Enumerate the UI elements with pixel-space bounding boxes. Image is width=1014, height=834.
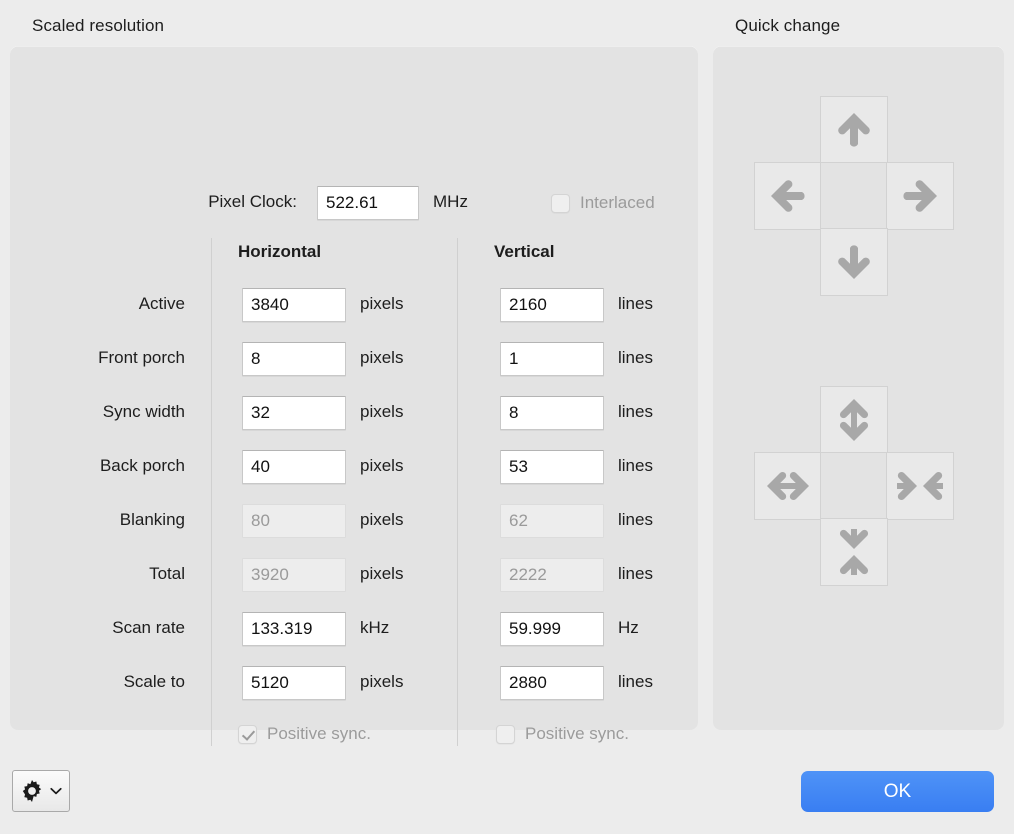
shrink-horizontal-icon bbox=[897, 468, 943, 504]
vertical-value-input[interactable]: 2160 bbox=[500, 288, 604, 322]
move-pad-center bbox=[820, 162, 888, 230]
settings-menu-button[interactable] bbox=[12, 770, 70, 812]
horizontal-value-input[interactable]: 3840 bbox=[242, 288, 346, 322]
quick-change-resize-pad bbox=[754, 386, 954, 586]
expand-vertical-icon bbox=[836, 397, 872, 443]
row-front-porch: Front porch 8 pixels 1 lines bbox=[10, 342, 698, 376]
vertical-positive-sync-checkbox[interactable]: Positive sync. bbox=[496, 724, 629, 744]
row-label: Scale to bbox=[10, 672, 185, 692]
ok-button[interactable]: OK bbox=[801, 771, 994, 812]
horizontal-value-input[interactable]: 8 bbox=[242, 342, 346, 376]
row-label: Back porch bbox=[10, 456, 185, 476]
row-label: Blanking bbox=[10, 510, 185, 530]
column-header-vertical: Vertical bbox=[494, 242, 555, 262]
shrink-vertical-icon bbox=[836, 529, 872, 575]
vertical-value-input[interactable]: 59.999 bbox=[500, 612, 604, 646]
row-active: Active 3840 pixels 2160 lines bbox=[10, 288, 698, 322]
vertical-unit: lines bbox=[618, 402, 653, 422]
expand-horizontal-icon bbox=[765, 468, 811, 504]
vertical-unit: Hz bbox=[618, 618, 639, 638]
row-label: Active bbox=[10, 294, 185, 314]
shrink-horizontal-button[interactable] bbox=[886, 452, 954, 520]
vertical-positive-sync-box[interactable] bbox=[496, 725, 515, 744]
horizontal-value-input[interactable]: 133.319 bbox=[242, 612, 346, 646]
horizontal-unit: pixels bbox=[360, 456, 403, 476]
column-header-horizontal: Horizontal bbox=[238, 242, 321, 262]
row-scan-rate: Scan rate 133.319 kHz 59.999 Hz bbox=[10, 612, 698, 646]
resolution-settings-dialog: Scaled resolution Quick change Pixel Clo… bbox=[0, 0, 1014, 834]
horizontal-unit: pixels bbox=[360, 510, 403, 530]
horizontal-unit: pixels bbox=[360, 672, 403, 692]
expand-vertical-button[interactable] bbox=[820, 386, 888, 454]
vertical-value-input[interactable]: 53 bbox=[500, 450, 604, 484]
arrow-right-icon bbox=[898, 176, 942, 216]
horizontal-value-input[interactable]: 5120 bbox=[242, 666, 346, 700]
horizontal-unit: pixels bbox=[360, 402, 403, 422]
vertical-value-input[interactable]: 1 bbox=[500, 342, 604, 376]
move-left-button[interactable] bbox=[754, 162, 822, 230]
positive-sync-row: Positive sync. Positive sync. bbox=[10, 724, 698, 750]
horizontal-unit: pixels bbox=[360, 294, 403, 314]
gear-icon bbox=[19, 778, 45, 804]
horizontal-positive-sync-box[interactable] bbox=[238, 725, 257, 744]
interlaced-checkbox[interactable]: Interlaced bbox=[551, 193, 655, 213]
horizontal-unit: kHz bbox=[360, 618, 389, 638]
vertical-unit: lines bbox=[618, 294, 653, 314]
row-blanking: Blanking 80 pixels 62 lines bbox=[10, 504, 698, 538]
vertical-unit: lines bbox=[618, 510, 653, 530]
vertical-unit: lines bbox=[618, 672, 653, 692]
row-label: Sync width bbox=[10, 402, 185, 422]
scaled-resolution-title: Scaled resolution bbox=[32, 16, 164, 36]
horizontal-positive-sync-label: Positive sync. bbox=[267, 724, 371, 744]
expand-horizontal-button[interactable] bbox=[754, 452, 822, 520]
row-sync-width: Sync width 32 pixels 8 lines bbox=[10, 396, 698, 430]
interlaced-label: Interlaced bbox=[580, 193, 655, 213]
move-down-button[interactable] bbox=[820, 228, 888, 296]
move-up-button[interactable] bbox=[820, 96, 888, 164]
row-label: Total bbox=[10, 564, 185, 584]
horizontal-positive-sync-checkbox[interactable]: Positive sync. bbox=[238, 724, 371, 744]
vertical-value-input: 2222 bbox=[500, 558, 604, 592]
row-total: Total 3920 pixels 2222 lines bbox=[10, 558, 698, 592]
vertical-positive-sync-label: Positive sync. bbox=[525, 724, 629, 744]
arrow-left-icon bbox=[766, 176, 810, 216]
arrow-up-icon bbox=[834, 108, 874, 152]
shrink-vertical-button[interactable] bbox=[820, 518, 888, 586]
horizontal-value-input: 3920 bbox=[242, 558, 346, 592]
vertical-value-input: 62 bbox=[500, 504, 604, 538]
quick-change-move-pad bbox=[754, 96, 954, 296]
horizontal-value-input: 80 bbox=[242, 504, 346, 538]
row-scale-to: Scale to 5120 pixels 2880 lines bbox=[10, 666, 698, 700]
pixel-clock-row: Pixel Clock: 522.61 MHz Interlaced bbox=[10, 186, 698, 222]
horizontal-unit: pixels bbox=[360, 348, 403, 368]
row-label: Scan rate bbox=[10, 618, 185, 638]
pixel-clock-label: Pixel Clock: bbox=[10, 192, 297, 212]
row-back-porch: Back porch 40 pixels 53 lines bbox=[10, 450, 698, 484]
horizontal-value-input[interactable]: 32 bbox=[242, 396, 346, 430]
vertical-value-input[interactable]: 8 bbox=[500, 396, 604, 430]
vertical-unit: lines bbox=[618, 348, 653, 368]
move-right-button[interactable] bbox=[886, 162, 954, 230]
vertical-unit: lines bbox=[618, 456, 653, 476]
vertical-value-input[interactable]: 2880 bbox=[500, 666, 604, 700]
pixel-clock-input[interactable]: 522.61 bbox=[317, 186, 419, 220]
pixel-clock-unit: MHz bbox=[433, 192, 468, 212]
vertical-unit: lines bbox=[618, 564, 653, 584]
scaled-resolution-panel: Pixel Clock: 522.61 MHz Interlaced Horiz… bbox=[10, 46, 698, 730]
horizontal-unit: pixels bbox=[360, 564, 403, 584]
quick-change-title: Quick change bbox=[735, 16, 840, 36]
horizontal-value-input[interactable]: 40 bbox=[242, 450, 346, 484]
arrow-down-icon bbox=[834, 240, 874, 284]
resize-pad-center bbox=[820, 452, 888, 520]
chevron-down-icon bbox=[49, 784, 63, 798]
interlaced-checkbox-box[interactable] bbox=[551, 194, 570, 213]
row-label: Front porch bbox=[10, 348, 185, 368]
